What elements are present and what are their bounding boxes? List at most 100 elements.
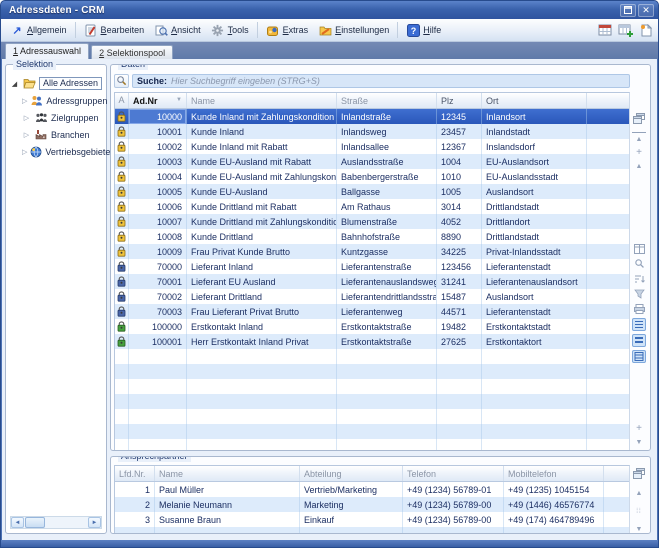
cell-plz: 1005 xyxy=(437,184,482,199)
address-row[interactable]: 10008Kunde DrittlandBahnhofstraße8890Dri… xyxy=(115,229,629,244)
address-row[interactable]: 10003Kunde EU-Ausland mit RabattAuslands… xyxy=(115,154,629,169)
tree-item-branchen[interactable]: ▷ Branchen xyxy=(10,126,104,143)
cell-adnr: 10005 xyxy=(129,184,187,199)
new-document-icon[interactable] xyxy=(637,22,654,38)
column-chooser-icon[interactable] xyxy=(632,112,646,125)
tree-item-vertriebsgebiete[interactable]: ▷ Vertriebsgebiete xyxy=(10,143,104,160)
print-icon[interactable] xyxy=(632,302,646,315)
tab-adressauswahl[interactable]: 1 Adressauswahl xyxy=(5,43,89,59)
zoom-icon[interactable] xyxy=(632,257,646,270)
list-view-small-icon[interactable] xyxy=(632,318,646,331)
insert-icon[interactable]: + xyxy=(632,422,646,435)
scroll-left-icon[interactable]: ◄ xyxy=(11,517,24,528)
menu-tools[interactable]: Tools xyxy=(206,21,254,39)
scroll-down-icon[interactable]: ▼ xyxy=(632,436,646,449)
contact-row[interactable]: 1Paul MüllerVertrieb/Marketing+49 (1234)… xyxy=(115,482,629,497)
address-row[interactable]: 10009Frau Privat Kunde BruttoKuntzgasse3… xyxy=(115,244,629,259)
col-header-name[interactable]: Name xyxy=(187,93,337,108)
scroll-top-icon[interactable]: ▲ xyxy=(632,132,646,145)
close-icon[interactable]: ✕ xyxy=(638,4,654,17)
menu-einstellungen[interactable]: Einstellungen xyxy=(313,21,394,39)
scroll-down-icon[interactable]: ▼ xyxy=(632,523,646,534)
add-row-icon[interactable]: + xyxy=(632,146,646,159)
tree-item-adressgruppen[interactable]: ▷ Adressgruppen xyxy=(10,92,104,109)
scroll-up-icon[interactable]: ▲ xyxy=(632,487,646,500)
record-lock-icon xyxy=(115,229,129,244)
address-row[interactable]: 70002Lieferant DrittlandLieferantendritt… xyxy=(115,289,629,304)
col-header-mobiltelefon[interactable]: Mobiltelefon xyxy=(504,466,604,481)
cell-strasse xyxy=(337,424,437,439)
menu-hilfe[interactable]: ? Hilfe xyxy=(401,21,446,39)
col-header-abteilung[interactable]: Abteilung xyxy=(300,466,403,481)
search-icon[interactable] xyxy=(114,74,129,88)
table-add-icon[interactable] xyxy=(617,22,634,38)
restore-icon[interactable] xyxy=(620,4,636,17)
col-header-adnr[interactable]: Ad.Nr▼ xyxy=(129,93,187,108)
column-chooser-icon[interactable] xyxy=(632,467,646,480)
expander-closed-icon[interactable]: ▷ xyxy=(22,131,31,139)
address-row[interactable]: 100001Herr Erstkontakt Inland PrivatErst… xyxy=(115,334,629,349)
empty-row xyxy=(115,424,629,439)
address-row[interactable]: 100000Erstkontakt InlandErstkontaktstraß… xyxy=(115,319,629,334)
address-row[interactable]: 10006Kunde Drittland mit RabattAm Rathau… xyxy=(115,199,629,214)
grip-icon[interactable]: ⦙⦙ xyxy=(632,505,646,518)
expander-closed-icon[interactable]: ▷ xyxy=(22,114,31,122)
record-lock-icon xyxy=(115,139,129,154)
record-lock-icon xyxy=(115,289,129,304)
cell-adnr: 10001 xyxy=(129,124,187,139)
expander-open-icon[interactable]: ◢ xyxy=(10,80,19,88)
col-header-ort[interactable]: Ort xyxy=(482,93,587,108)
address-row[interactable]: 10000Kunde Inland mit Zahlungskondition … xyxy=(115,109,629,124)
scroll-bottom-icon[interactable]: ▼ xyxy=(632,449,646,451)
tab-selektionspool[interactable]: 2 Selektionspool xyxy=(91,45,173,59)
tree-item-zielgruppen[interactable]: ▷ Zielgruppen xyxy=(10,109,104,126)
col-header-telefon[interactable]: Telefon xyxy=(403,466,504,481)
menu-ansicht[interactable]: Ansicht xyxy=(149,21,206,39)
col-header-contact-name[interactable]: Name xyxy=(155,466,300,481)
address-row[interactable]: 10004Kunde EU-Ausland mit Zahlungskondti… xyxy=(115,169,629,184)
expander-closed-icon[interactable]: ▷ xyxy=(22,148,27,156)
list-view-large-icon[interactable] xyxy=(632,350,646,363)
cell-ort: Auslandsort xyxy=(482,184,587,199)
cell-adnr xyxy=(129,349,187,364)
scroll-right-icon[interactable]: ► xyxy=(88,517,101,528)
col-header-plz[interactable]: Plz xyxy=(437,93,482,108)
col-header-lfdnr[interactable]: Lfd.Nr. xyxy=(115,466,155,481)
address-row[interactable]: 70001Lieferant EU AuslandLieferantenausl… xyxy=(115,274,629,289)
cell-ort: Erstkontaktstadt xyxy=(482,319,587,334)
contacts-table-header: Lfd.Nr. Name Abteilung Telefon Mobiltele… xyxy=(115,466,629,482)
cell-ort: Lieferantenauslandsort xyxy=(482,274,587,289)
list-view-medium-icon[interactable] xyxy=(632,334,646,347)
address-row[interactable]: 70000Lieferant InlandLieferantenstraße12… xyxy=(115,259,629,274)
cell-contact-name: Susanne Braun xyxy=(155,512,300,527)
address-row[interactable]: 10005Kunde EU-AuslandBallgasse1005Auslan… xyxy=(115,184,629,199)
cell-strasse xyxy=(337,409,437,424)
address-row[interactable]: 70003Frau Lieferant Privat BruttoLiefera… xyxy=(115,304,629,319)
menu-bearbeiten[interactable]: Bearbeiten xyxy=(79,21,150,39)
cell-mobiltelefon: +49 (174) 464789496 xyxy=(504,512,604,527)
menu-allgemein[interactable]: ↗ Allgemein xyxy=(5,21,72,39)
tree-horizontal-scrollbar[interactable]: ◄ ► xyxy=(10,516,102,529)
address-row[interactable]: 10002Kunde Inland mit RabattInlandsallee… xyxy=(115,139,629,154)
col-header-strasse[interactable]: Straße xyxy=(337,93,437,108)
scroll-up-icon[interactable]: ▲ xyxy=(632,160,646,173)
address-row[interactable]: 10007Kunde Drittland mit Zahlungskonditi… xyxy=(115,214,629,229)
expander-closed-icon[interactable]: ▷ xyxy=(22,97,27,105)
table-export-icon[interactable] xyxy=(597,22,614,38)
col-header-a[interactable]: A xyxy=(115,93,129,108)
menu-extras[interactable]: Extras xyxy=(261,21,314,39)
sort-icon[interactable] xyxy=(632,272,646,285)
address-row[interactable]: 10001Kunde InlandInlandsweg23457Inlandst… xyxy=(115,124,629,139)
search-input[interactable]: Suche: Hier Suchbegriff eingeben (STRG+S… xyxy=(132,74,630,88)
titlebar[interactable]: Adressdaten - CRM ✕ xyxy=(1,1,658,19)
contact-row[interactable]: 2Melanie NeumannMarketing+49 (1234) 5678… xyxy=(115,497,629,512)
daten-panel: Daten Suche: Hier Suchbegriff eingeben (… xyxy=(110,64,651,451)
contact-row[interactable]: 3Susanne BraunEinkauf+49 (1234) 56789-00… xyxy=(115,512,629,527)
card-view-icon[interactable] xyxy=(632,242,646,255)
filter-icon[interactable] xyxy=(632,287,646,300)
cell-ort: Lieferantenstadt xyxy=(482,259,587,274)
tree-item-alle-adressen[interactable]: ◢ Alle Adressen xyxy=(10,75,104,92)
empty-row xyxy=(115,379,629,394)
scrollbar-thumb[interactable] xyxy=(25,517,45,528)
cell-ort: Drittlandort xyxy=(482,214,587,229)
